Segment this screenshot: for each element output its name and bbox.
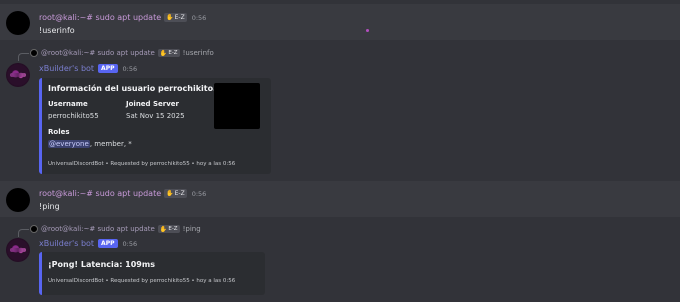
badge-label: E-Z — [174, 14, 185, 21]
roles-rest: , member, * — [89, 140, 132, 148]
userinfo-embed: Información del usuario perrochikito55 U… — [39, 78, 271, 174]
roles-field-label: Roles — [48, 128, 70, 136]
embed-title: Información del usuario perrochikito55 — [48, 84, 225, 93]
hand-icon: ✋ — [159, 49, 168, 57]
timestamp: 0:56 — [191, 13, 207, 22]
username-field-value: perrochikito55 — [48, 112, 99, 120]
reply-server-tag: ✋ E-Z — [157, 225, 180, 233]
message-header: xBuilder's bot APP 0:56 — [39, 64, 137, 73]
app-tag: APP — [98, 239, 118, 248]
embed-footer: UniversalDiscordBot • Requested by perro… — [48, 161, 236, 167]
bot-username[interactable]: xBuilder's bot — [39, 239, 94, 248]
roles-field-value: @everyone, member, * — [48, 140, 132, 148]
badge-label: E-Z — [168, 226, 178, 232]
message-bot-ping: @root@kali:~# sudo apt update ✋ E-Z !ping… — [0, 220, 680, 300]
message-header: root@kali:~# sudo apt update ✋ E-Z 0:56 — [39, 189, 206, 198]
avatar[interactable] — [6, 11, 30, 35]
reply-preview[interactable]: @root@kali:~# sudo apt update ✋ E-Z !ping — [18, 225, 201, 237]
bot-avatar[interactable] — [6, 238, 30, 262]
message-header: root@kali:~# sudo apt update ✋ E-Z 0:56 — [39, 13, 206, 22]
embed-footer: UniversalDiscordBot • Requested by perro… — [48, 278, 236, 284]
reply-text: !userinfo — [182, 49, 214, 57]
message-text: !userinfo — [39, 26, 75, 35]
reply-preview[interactable]: @root@kali:~# sudo apt update ✋ E-Z !user… — [18, 49, 214, 61]
badge-label: E-Z — [168, 50, 178, 56]
username-field-label: Username — [48, 100, 88, 108]
hand-icon: ✋ — [166, 190, 174, 197]
message-bot-userinfo: @root@kali:~# sudo apt update ✋ E-Z !user… — [0, 44, 680, 180]
reply-server-tag: ✋ E-Z — [157, 49, 180, 57]
app-tag: APP — [98, 64, 118, 73]
embed-title: ¡Pong! Latencia: 109ms — [48, 260, 155, 269]
timestamp: 0:56 — [122, 239, 138, 248]
hand-icon: ✋ — [166, 14, 174, 21]
joined-field-label: Joined Server — [126, 100, 179, 108]
server-tag-badge[interactable]: ✋ E-Z — [164, 189, 187, 198]
reply-avatar — [30, 49, 38, 57]
username[interactable]: root@kali:~# sudo apt update — [39, 13, 161, 22]
reply-text: !ping — [182, 225, 201, 233]
message-text: !ping — [39, 202, 60, 211]
message-header: xBuilder's bot APP 0:56 — [39, 239, 137, 248]
server-tag-badge[interactable]: ✋ E-Z — [164, 13, 187, 22]
avatar[interactable] — [6, 188, 30, 212]
joined-field-value: Sat Nov 15 2025 — [126, 112, 185, 120]
reply-username: @root@kali:~# sudo apt update — [41, 49, 155, 57]
bot-username[interactable]: xBuilder's bot — [39, 64, 94, 73]
ping-embed: ¡Pong! Latencia: 109ms UniversalDiscordB… — [39, 252, 265, 295]
user-avatar-thumbnail[interactable] — [214, 83, 260, 129]
reply-avatar — [30, 225, 38, 233]
badge-label: E-Z — [174, 190, 185, 197]
hand-icon: ✋ — [159, 225, 168, 233]
reply-spine — [18, 229, 29, 237]
message-userinfo-command: root@kali:~# sudo apt update ✋ E-Z 0:56 !… — [0, 4, 680, 40]
decorative-dot — [366, 29, 369, 32]
reply-username: @root@kali:~# sudo apt update — [41, 225, 155, 233]
reply-spine — [18, 53, 29, 61]
message-ping-command: root@kali:~# sudo apt update ✋ E-Z 0:56 !… — [0, 181, 680, 217]
bot-avatar[interactable] — [6, 63, 30, 87]
timestamp: 0:56 — [122, 64, 138, 73]
everyone-mention[interactable]: @everyone — [48, 140, 90, 148]
username[interactable]: root@kali:~# sudo apt update — [39, 189, 161, 198]
timestamp: 0:56 — [191, 189, 207, 198]
